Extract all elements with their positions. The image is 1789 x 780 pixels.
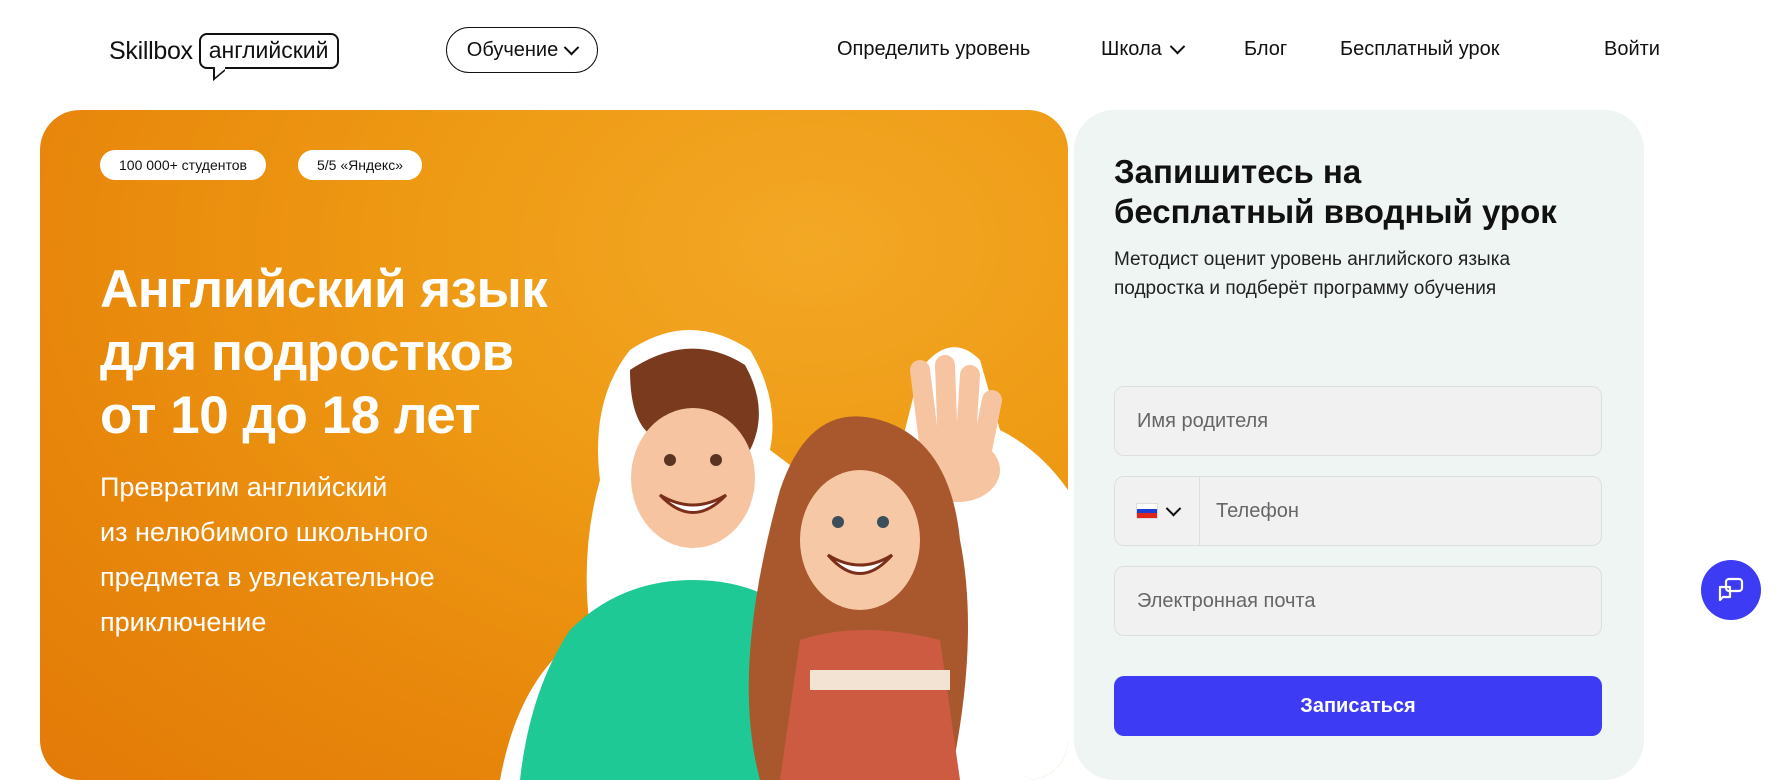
students-count-badge: 100 000+ студентов	[100, 150, 266, 180]
signup-form-card: Запишитесь на бесплатный вводный урок Ме…	[1074, 110, 1644, 780]
chevron-down-icon	[1165, 500, 1181, 516]
login-link[interactable]: Войти	[1604, 38, 1660, 61]
form-title: Запишитесь на бесплатный вводный урок	[1114, 153, 1557, 230]
hero-subtitle: Превратим английский из нелюбимого школь…	[100, 472, 435, 637]
chat-button[interactable]	[1701, 560, 1761, 620]
logo-badge: английский	[198, 33, 339, 69]
form-description: Методист оценит уровень английского язык…	[1114, 249, 1511, 299]
email-input[interactable]	[1114, 566, 1602, 636]
nav-blog[interactable]: Блог	[1244, 38, 1287, 61]
nav-level-test[interactable]: Определить уровень	[837, 38, 1030, 61]
phone-input[interactable]	[1200, 477, 1601, 545]
skillbox-logo[interactable]: Skillbox английский	[109, 33, 339, 69]
chevron-down-icon	[1169, 38, 1186, 55]
education-menu-button[interactable]: Обучение	[446, 27, 598, 73]
chevron-down-icon	[563, 39, 580, 55]
phone-field	[1114, 476, 1602, 546]
education-button-label: Обучение	[466, 38, 559, 61]
country-code-select[interactable]	[1115, 477, 1200, 545]
parent-name-input[interactable]	[1114, 386, 1602, 456]
chat-bubbles-icon	[1718, 577, 1744, 602]
russia-flag-icon	[1135, 503, 1158, 519]
nav-school-menu[interactable]: Школа	[1101, 38, 1186, 61]
hero-banner: 100 000+ студентов 5/5 «Яндекс» Английск…	[40, 110, 1068, 780]
submit-button[interactable]: Записаться	[1114, 676, 1602, 736]
nav-school-label: Школа	[1101, 38, 1162, 60]
yandex-rating-badge: 5/5 «Яндекс»	[298, 150, 423, 180]
teenagers-illustration	[500, 330, 1068, 780]
logo-text: Skillbox	[109, 36, 193, 65]
nav-free-lesson[interactable]: Бесплатный урок	[1340, 38, 1500, 61]
